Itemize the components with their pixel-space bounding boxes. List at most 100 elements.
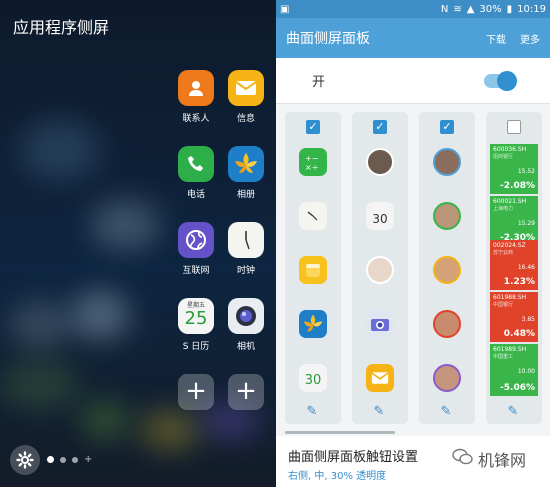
camera-icon <box>228 298 264 334</box>
stock-item: 600036.SH 招商银行 15.52 -2.08% <box>490 144 538 194</box>
add-app-button[interactable]: + <box>228 374 264 410</box>
handle-settings-title: 曲面侧屏面板触钮设置 <box>288 450 419 465</box>
camera-icon <box>366 310 394 338</box>
app-label: 电话 <box>186 190 205 200</box>
app-label: 相机 <box>236 342 255 352</box>
stock-price: 15.52 <box>517 168 535 175</box>
clock-icon <box>228 222 264 258</box>
app-gallery[interactable]: 相册 <box>225 146 267 200</box>
app-contacts[interactable]: 联系人 <box>175 70 217 124</box>
calendar-day: 30 <box>304 373 322 388</box>
panel-contacts[interactable]: ✓ ✎ <box>419 112 475 424</box>
page-dot-active <box>47 456 54 463</box>
contact-avatar-icon <box>433 310 461 338</box>
status-bar: ▣ N ≋ ▲ 30% ▮ 10:19 <box>276 0 550 18</box>
horizontal-scroll-indicator[interactable] <box>285 431 395 434</box>
master-switch-row[interactable]: 开 <box>276 58 550 104</box>
settings-gear-icon[interactable] <box>10 445 40 475</box>
calculator-icon: +− ×÷ <box>299 148 327 176</box>
panel-checkbox[interactable]: ✓ <box>306 120 320 134</box>
phone-icon <box>178 146 214 182</box>
edit-pencil-icon[interactable]: ✎ <box>305 404 319 419</box>
add-app-button[interactable]: + <box>178 374 214 410</box>
calendar-icon: 30 <box>366 202 394 230</box>
contact-avatar-icon <box>433 364 461 392</box>
stock-item: 601989.SH 中国重工 10.00 -5.06% <box>490 344 538 396</box>
panel-list: ✓ +− ×÷ 30 ✎ ✓ 30 ✎ ✓ ✎ 600036.SH 招商银行 1… <box>285 112 550 424</box>
page-dot <box>72 456 78 463</box>
battery-percent: 30% <box>479 3 502 15</box>
nfc-icon: N <box>440 3 449 15</box>
edit-pencil-icon[interactable]: ✎ <box>506 404 520 419</box>
add-person-icon <box>366 256 394 284</box>
calendar-day: 25 <box>184 308 208 329</box>
stock-code: 601989.SH <box>493 346 527 353</box>
app-phone[interactable]: 电话 <box>175 146 217 200</box>
stock-name: 苏宁云商 <box>493 250 514 256</box>
panel-tools[interactable]: ✓ +− ×÷ 30 ✎ <box>285 112 341 424</box>
panel-people[interactable]: ✓ 30 ✎ <box>352 112 408 424</box>
image-notification-icon: ▣ <box>280 3 290 15</box>
stock-name: 中国银行 <box>493 302 514 308</box>
stock-change: -2.08% <box>500 181 535 191</box>
handle-settings-subtitle: 右侧, 中, 30% 透明度 <box>288 471 387 482</box>
clock-icon <box>299 202 327 230</box>
contact-avatar-icon <box>433 202 461 230</box>
gallery-icon <box>228 146 264 182</box>
app-label: 时钟 <box>236 266 255 276</box>
download-button[interactable]: 下载 <box>486 31 506 46</box>
page-indicator: + <box>47 453 93 465</box>
messages-icon <box>366 364 394 392</box>
more-button[interactable]: 更多 <box>520 31 540 46</box>
panel-checkbox-unchecked[interactable] <box>507 120 521 134</box>
calendar-icon: 30 <box>299 364 327 392</box>
stock-change: -5.06% <box>500 383 535 393</box>
app-bar: 曲面侧屏面板 下载 更多 <box>276 18 550 58</box>
wechat-icon <box>452 448 474 470</box>
svg-text:×÷: ×÷ <box>305 163 318 171</box>
clock-time: 10:19 <box>517 3 546 15</box>
app-messages[interactable]: 信息 <box>225 70 267 124</box>
edge-panels-settings: ▣ N ≋ ▲ 30% ▮ 10:19 曲面侧屏面板 下载 更多 开 ✓ +− … <box>276 0 550 487</box>
stock-code: 600021.SH <box>493 198 527 205</box>
stock-name: 招商银行 <box>493 154 514 160</box>
app-internet[interactable]: 互联网 <box>175 222 217 276</box>
battery-icon: ▮ <box>506 3 513 15</box>
watermark-text: 机锋网 <box>478 451 527 470</box>
panel-checkbox[interactable]: ✓ <box>440 120 454 134</box>
signal-icon: ▲ <box>466 3 475 15</box>
panel-title: 应用程序侧屏 <box>13 18 110 37</box>
stock-item: 601988.SH 中国银行 3.85 0.48% <box>490 292 538 342</box>
wifi-icon: ≋ <box>453 3 462 15</box>
panel-stocks[interactable]: 600036.SH 招商银行 15.52 -2.08% 600021.SH 上海… <box>486 112 542 424</box>
memo-icon <box>299 256 327 284</box>
apps-edge-panel: 应用程序侧屏 联系人 信息 电话 相册 互联网 时钟 星期五 25 S 日历 相… <box>0 0 276 487</box>
app-s-calendar[interactable]: 星期五 25 S 日历 <box>175 298 217 352</box>
app-label: 信息 <box>236 114 255 124</box>
switch-label: 开 <box>312 75 326 90</box>
page-add-indicator: + <box>84 453 93 465</box>
calendar-icon: 星期五 25 <box>178 298 214 334</box>
master-toggle[interactable] <box>484 70 517 91</box>
app-camera[interactable]: 相机 <box>225 298 267 352</box>
gallery-icon <box>299 310 327 338</box>
app-label: S 日历 <box>182 342 210 352</box>
stock-code: 002024.SZ <box>493 242 526 249</box>
panel-checkbox[interactable]: ✓ <box>373 120 387 134</box>
stock-code: 600036.SH <box>493 146 527 153</box>
stock-price: 16.46 <box>517 264 535 271</box>
edit-pencil-icon[interactable]: ✎ <box>439 404 453 419</box>
edit-pencil-icon[interactable]: ✎ <box>372 404 386 419</box>
app-label: 相册 <box>236 190 255 200</box>
app-label: 联系人 <box>182 114 210 124</box>
stock-price: 3.85 <box>521 316 535 323</box>
stock-change: 0.48% <box>503 329 535 339</box>
messages-icon <box>228 70 264 106</box>
stock-name: 上海电力 <box>493 206 514 212</box>
stock-price: 15.29 <box>517 220 535 227</box>
stock-item: 002024.SZ 苏宁云商 16.46 1.23% <box>490 240 538 290</box>
toggle-knob <box>497 70 517 91</box>
app-clock[interactable]: 时钟 <box>225 222 267 276</box>
stock-code: 601988.SH <box>493 294 527 301</box>
contacts-icon <box>178 70 214 106</box>
